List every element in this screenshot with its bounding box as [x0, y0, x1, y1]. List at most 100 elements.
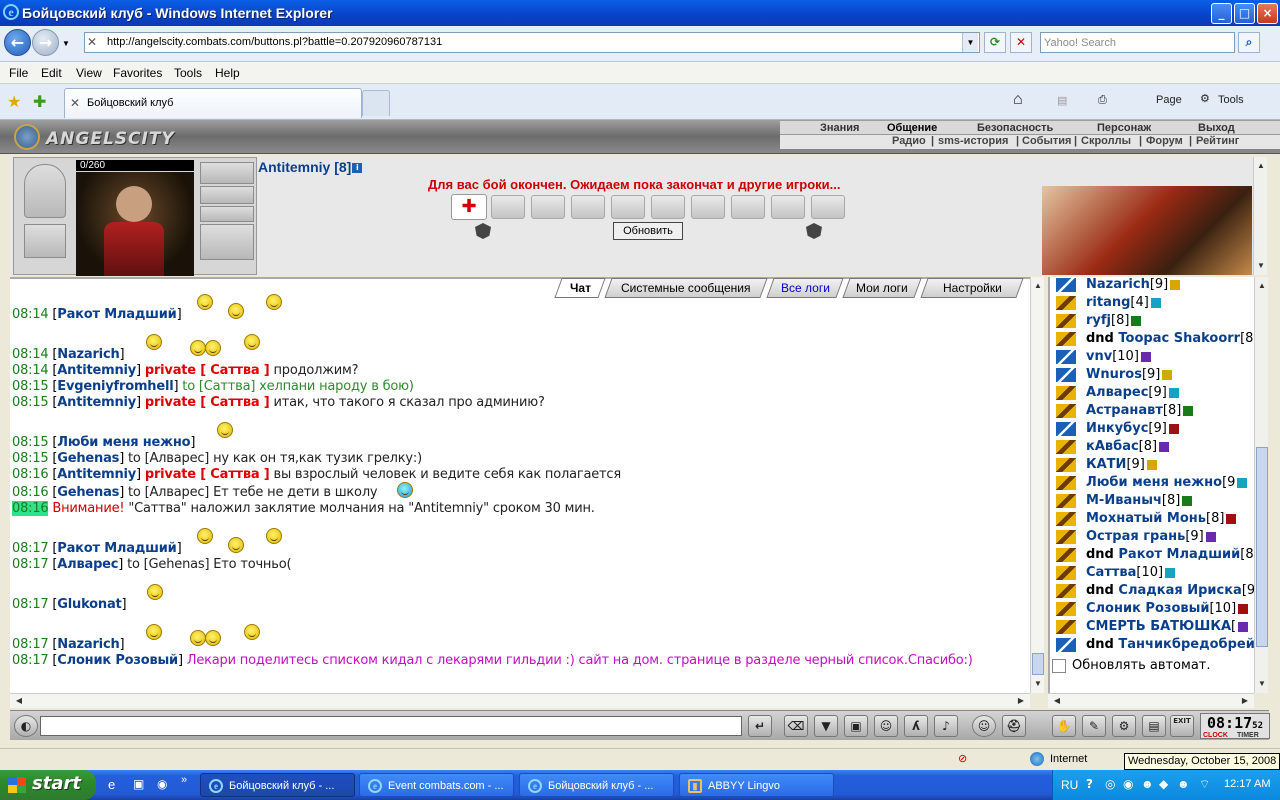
- menu-znaniya[interactable]: Знания: [820, 122, 859, 134]
- tray-app-icon[interactable]: ◉: [1123, 777, 1133, 791]
- battle-icon[interactable]: [1056, 350, 1076, 364]
- private-message-icon[interactable]: [1056, 566, 1076, 580]
- action-slot[interactable]: [611, 195, 645, 219]
- message-time[interactable]: 08:16: [12, 467, 49, 482]
- user-name[interactable]: кАвбас[8]: [1086, 439, 1170, 454]
- user-name[interactable]: dnd Toopac Shakoorr[8]: [1086, 331, 1256, 346]
- message-nick[interactable]: Glukonat: [57, 597, 121, 612]
- private-tag[interactable]: private [ Саттва ]: [145, 395, 270, 410]
- home-icon[interactable]: ⌂: [1013, 91, 1023, 109]
- user-name[interactable]: Слоник Розовый[10]: [1086, 601, 1249, 616]
- task-event-combats[interactable]: e Event combats.com - ...: [359, 773, 514, 797]
- auto-update-checkbox[interactable]: Обновлять автомат.: [1052, 658, 1211, 673]
- user-row[interactable]: СМЕРТЬ БАТЮШКА[: [1050, 619, 1256, 637]
- back-button[interactable]: ←: [4, 29, 31, 56]
- menu-file[interactable]: File: [9, 66, 28, 80]
- private-message-icon[interactable]: [1056, 548, 1076, 562]
- helmet-slot[interactable]: [24, 164, 66, 218]
- user-name[interactable]: Саттва[10]: [1086, 565, 1176, 580]
- user-name[interactable]: Инкубус[9]: [1086, 421, 1179, 436]
- tab-my-logs[interactable]: Мои логи: [842, 278, 922, 298]
- user-info-icon[interactable]: [1168, 423, 1179, 434]
- users-scrollbar[interactable]: ▲ ▼: [1254, 277, 1268, 693]
- exit-icon[interactable]: EXIT: [1170, 715, 1194, 737]
- private-message-icon[interactable]: [1056, 530, 1076, 544]
- amulet-slot[interactable]: [200, 186, 254, 204]
- refresh-battle-button[interactable]: Обновить: [613, 222, 683, 240]
- user-info-icon[interactable]: [1170, 279, 1181, 290]
- message-nick[interactable]: Слоник Розовый: [57, 653, 178, 668]
- tray-app-icon[interactable]: ◆: [1159, 777, 1168, 791]
- maximize-button[interactable]: □: [1234, 3, 1255, 24]
- user-name[interactable]: ryfj[8]: [1086, 313, 1142, 328]
- private-message-icon[interactable]: [1056, 602, 1076, 616]
- chat-mode-icon[interactable]: ◐: [14, 715, 38, 737]
- tray-app-icon[interactable]: ☻: [1141, 777, 1154, 791]
- action-slot[interactable]: [651, 195, 685, 219]
- menu-obshchenie[interactable]: Общение: [887, 122, 937, 134]
- battle-icon[interactable]: [1056, 368, 1076, 382]
- weapon-slot[interactable]: [200, 162, 254, 184]
- action-slot[interactable]: [811, 195, 845, 219]
- eraser-icon[interactable]: ⌫: [784, 715, 808, 737]
- helmet-icon[interactable]: ⛑: [1002, 715, 1026, 737]
- message-nick[interactable]: Люби меня нежно: [57, 435, 190, 450]
- users-hscrollbar[interactable]: ◀ ▶: [1048, 693, 1254, 708]
- action-slot[interactable]: [691, 195, 725, 219]
- user-row[interactable]: dnd Сладкая Ириска[9]: [1050, 583, 1256, 601]
- user-name[interactable]: Астранавт[8]: [1086, 403, 1194, 418]
- tab-chat[interactable]: Чат: [554, 278, 606, 298]
- user-row[interactable]: Острая грань[9]: [1050, 529, 1256, 547]
- private-message-icon[interactable]: [1056, 584, 1076, 598]
- message-time[interactable]: 08:17: [12, 557, 49, 572]
- user-info-icon[interactable]: [1162, 369, 1173, 380]
- battle-icon[interactable]: [1056, 638, 1076, 652]
- message-nick[interactable]: Gehenas: [57, 485, 119, 500]
- gears-icon[interactable]: ⚙: [1112, 715, 1136, 737]
- new-tab-button[interactable]: [362, 90, 390, 116]
- menu-edit[interactable]: Edit: [41, 66, 62, 80]
- user-name[interactable]: dnd Танчикбредобрей[: [1086, 637, 1256, 652]
- user-row[interactable]: dnd Toopac Shakoorr[8]: [1050, 331, 1256, 349]
- save-icon[interactable]: ▣: [844, 715, 868, 737]
- private-message-icon[interactable]: [1056, 458, 1076, 472]
- message-time[interactable]: 08:16: [12, 485, 49, 500]
- chat-input[interactable]: [40, 716, 742, 736]
- private-message-icon[interactable]: [1056, 296, 1076, 310]
- close-button[interactable]: ×: [1257, 3, 1278, 24]
- scroll-thumb[interactable]: [1032, 653, 1044, 675]
- translit-icon[interactable]: ʎ: [904, 715, 928, 737]
- message-time[interactable]: 08:14: [12, 363, 49, 378]
- privacy-icon[interactable]: ⊘: [958, 752, 967, 765]
- lock-icon[interactable]: ▤: [1142, 715, 1166, 737]
- user-row[interactable]: ritang[4]: [1050, 295, 1256, 313]
- user-info-icon[interactable]: [1168, 387, 1179, 398]
- menu-view[interactable]: View: [76, 66, 102, 80]
- minimize-button[interactable]: _: [1211, 3, 1232, 24]
- scroll-thumb[interactable]: [1256, 447, 1268, 647]
- user-info-icon[interactable]: [1159, 441, 1170, 452]
- message-nick[interactable]: Gehenas: [57, 451, 119, 466]
- user-row[interactable]: Мохнатый Монь[8]: [1050, 511, 1256, 529]
- user-name[interactable]: СМЕРТЬ БАТЮШКА[: [1086, 619, 1249, 634]
- submenu-events[interactable]: События: [1022, 135, 1071, 147]
- message-nick[interactable]: Nazarich: [57, 637, 119, 652]
- private-message-icon[interactable]: [1056, 620, 1076, 634]
- user-row[interactable]: кАвбас[8]: [1050, 439, 1256, 457]
- private-message-icon[interactable]: [1056, 332, 1076, 346]
- user-info-icon[interactable]: [1165, 567, 1176, 578]
- submenu-radio[interactable]: Радио: [892, 135, 926, 147]
- tray-app-icon[interactable]: ☻: [1177, 777, 1190, 791]
- tab-active[interactable]: ✕ Бойцовский клуб: [64, 88, 362, 118]
- user-name[interactable]: Алварес[9]: [1086, 385, 1179, 400]
- checkbox-box[interactable]: [1052, 658, 1066, 673]
- chat-scrollbar[interactable]: ▲ ▼: [1030, 277, 1044, 693]
- message-nick[interactable]: Ракот Младший: [57, 541, 176, 556]
- user-row[interactable]: Инкубус[9]: [1050, 421, 1256, 439]
- search-icon[interactable]: ⌕: [1238, 32, 1260, 53]
- chat-hscrollbar[interactable]: ◀ ▶: [10, 693, 1030, 708]
- message-time[interactable]: 08:16: [12, 501, 49, 516]
- message-time[interactable]: 08:15: [12, 395, 49, 410]
- user-name[interactable]: М-Иваныч[8]: [1086, 493, 1193, 508]
- private-message-icon[interactable]: [1056, 512, 1076, 526]
